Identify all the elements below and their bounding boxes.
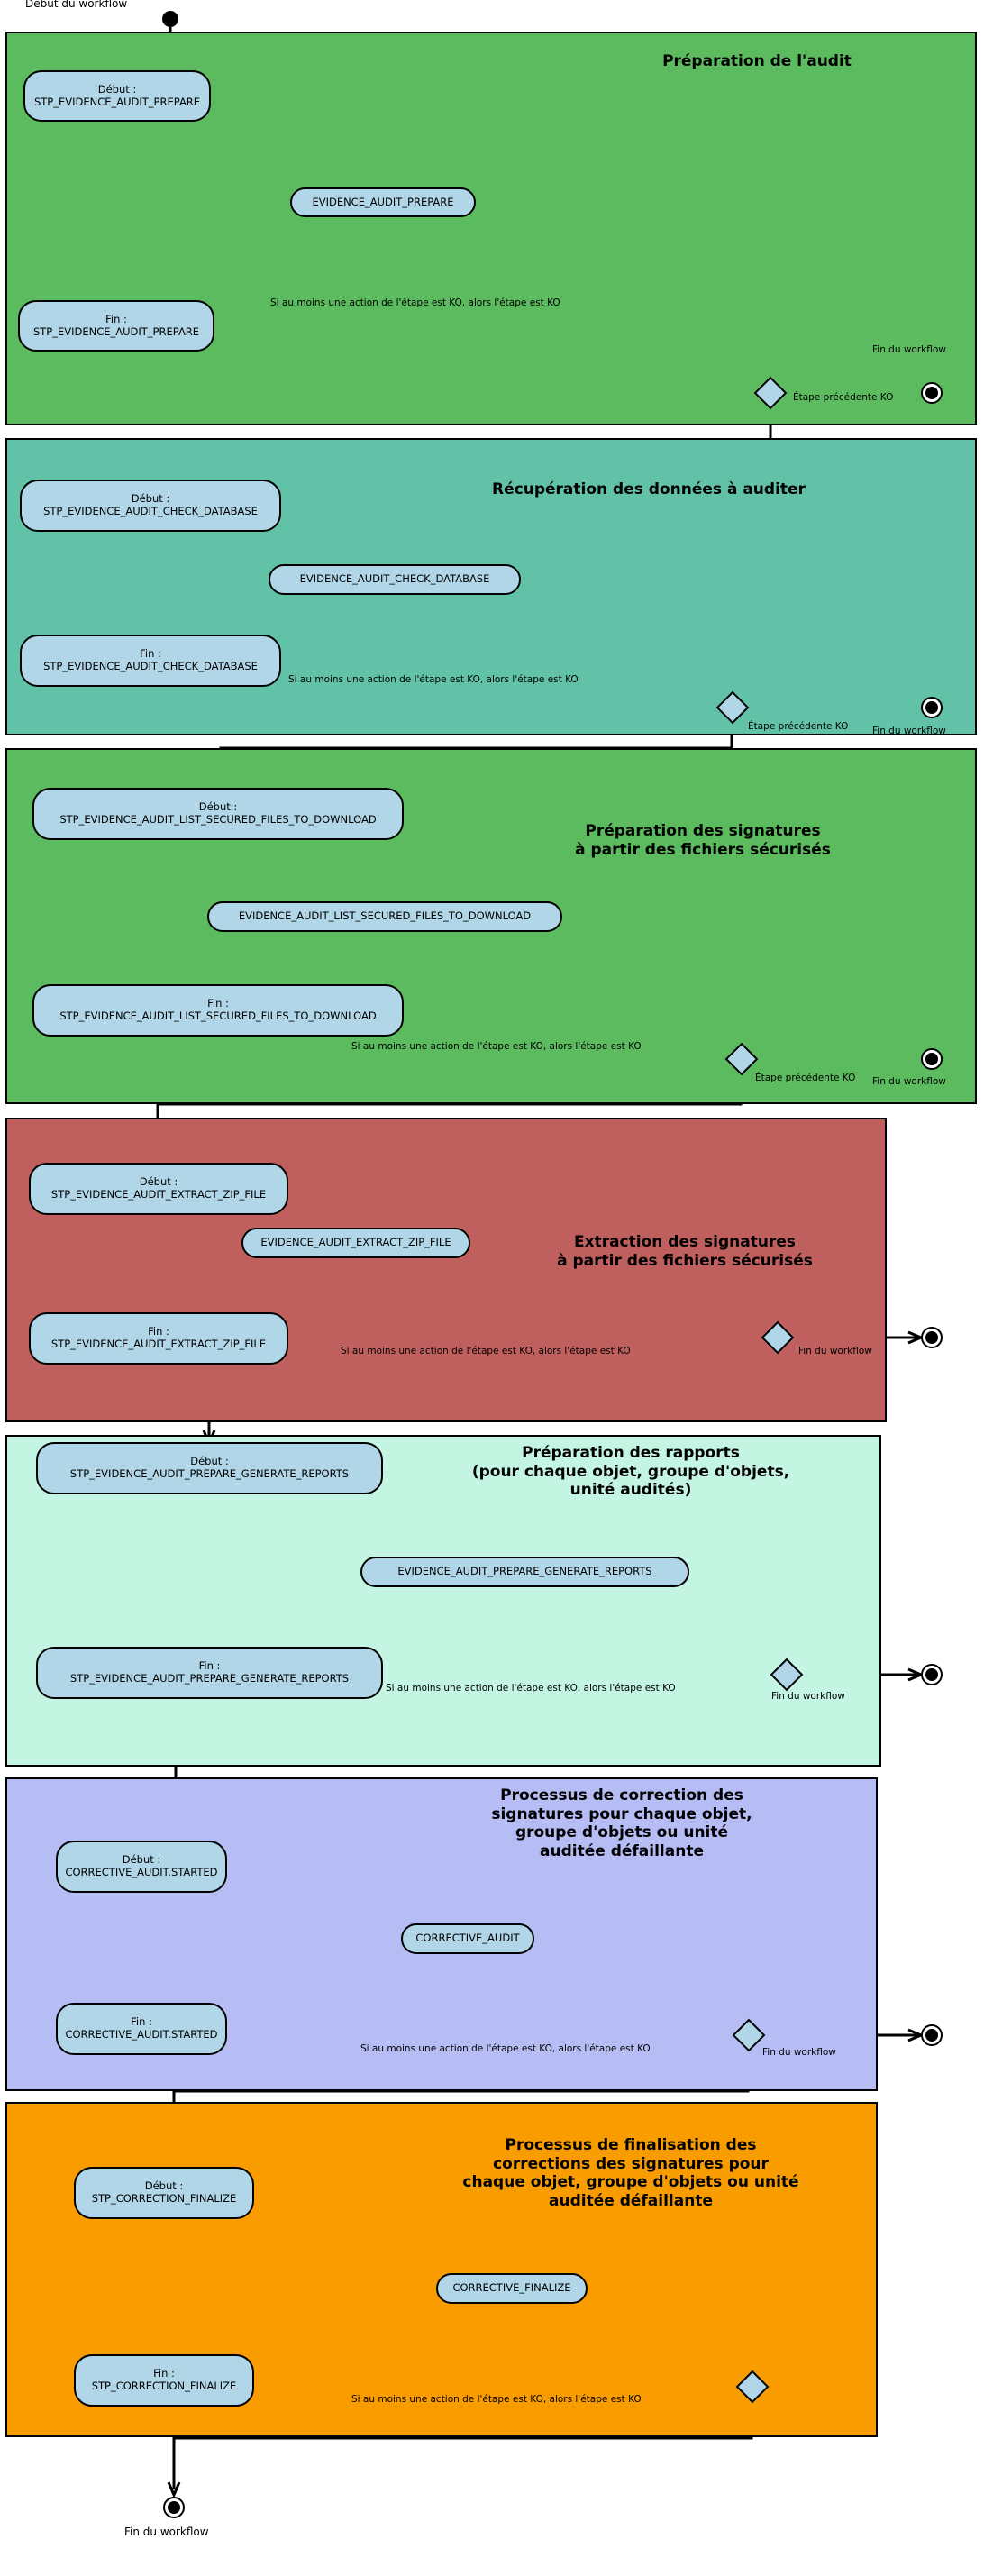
title-line-4: auditée défaillante bbox=[540, 1842, 704, 1861]
node-end-stp-prepare-generate-reports[interactable]: Fin : STP_EVIDENCE_AUDIT_PREPARE_GENERAT… bbox=[36, 1647, 383, 1699]
decision-caption-section-2: Étape précédente KO bbox=[748, 721, 849, 732]
title-line-2: corrections des signatures pour bbox=[493, 2154, 769, 2173]
node-end-stp-correction-finalize[interactable]: Fin : STP_CORRECTION_FINALIZE bbox=[74, 2354, 254, 2407]
title-line-1: Préparation des signatures bbox=[585, 822, 821, 840]
title-line-1: Processus de correction des bbox=[500, 1786, 743, 1804]
node-action-evidence-audit-check-database[interactable]: EVIDENCE_AUDIT_CHECK_DATABASE bbox=[269, 564, 521, 595]
title-line-1: Préparation des rapports bbox=[522, 1444, 740, 1462]
workflow-end-caption-section-3: Fin du workflow bbox=[872, 1076, 946, 1087]
section-title-processus-correction: Processus de correction des signatures p… bbox=[396, 1786, 847, 1861]
node-line-1: Début : bbox=[144, 2179, 184, 2193]
end-node-icon-section-2 bbox=[921, 697, 943, 718]
node-line-1: Fin : bbox=[140, 647, 161, 661]
node-line-2: STP_EVIDENCE_AUDIT_PREPARE bbox=[33, 95, 201, 108]
node-line-2: STP_EVIDENCE_AUDIT_LIST_SECURED_FILES_TO… bbox=[59, 813, 377, 826]
title-line-2: (pour chaque objet, groupe d'objets, bbox=[471, 1462, 790, 1481]
node-end-stp-extract-zip-file[interactable]: Fin : STP_EVIDENCE_AUDIT_EXTRACT_ZIP_FIL… bbox=[29, 1312, 288, 1365]
section-title-processus-finalisation: Processus de finalisation des correction… bbox=[396, 2136, 865, 2211]
node-line-2: STP_EVIDENCE_AUDIT_LIST_SECURED_FILES_TO… bbox=[59, 1009, 377, 1022]
workflow-end-caption-section-1: Fin du workflow bbox=[872, 344, 946, 355]
workflow-end-caption-section-4: Fin du workflow bbox=[798, 1346, 872, 1357]
node-line-2: STP_CORRECTION_FINALIZE bbox=[91, 2380, 237, 2392]
node-line-2: STP_EVIDENCE_AUDIT_CHECK_DATABASE bbox=[43, 660, 258, 672]
end-node-icon-section-1 bbox=[921, 382, 943, 404]
node-line-1: Début : bbox=[97, 82, 137, 96]
node-action-corrective-audit[interactable]: CORRECTIVE_AUDIT bbox=[401, 1923, 534, 1954]
condition-label-section-5: Si au moins une action de l'étape est KO… bbox=[386, 1683, 676, 1694]
end-node-icon-section-6 bbox=[921, 2024, 943, 2046]
node-line-2: STP_EVIDENCE_AUDIT_PREPARE_GENERATE_REPO… bbox=[69, 1672, 350, 1685]
section-title-preparation-signatures: Préparation des signatures à partir des … bbox=[469, 822, 937, 859]
node-line-2: STP_EVIDENCE_AUDIT_CHECK_DATABASE bbox=[43, 505, 258, 517]
node-action-evidence-audit-prepare[interactable]: EVIDENCE_AUDIT_PREPARE bbox=[290, 187, 476, 217]
end-node-icon-section-3 bbox=[921, 1048, 943, 1070]
node-line-2: STP_EVIDENCE_AUDIT_EXTRACT_ZIP_FILE bbox=[50, 1188, 267, 1201]
start-node-icon bbox=[162, 11, 178, 27]
node-line-2: STP_EVIDENCE_AUDIT_PREPARE bbox=[32, 324, 200, 338]
workflow-end-caption-section-2: Fin du workflow bbox=[872, 726, 946, 736]
title-line-2: signatures pour chaque objet, bbox=[491, 1804, 752, 1823]
condition-label-section-1: Si au moins une action de l'étape est KO… bbox=[270, 297, 560, 308]
node-action-evidence-audit-extract-zip-file[interactable]: EVIDENCE_AUDIT_EXTRACT_ZIP_FILE bbox=[241, 1228, 470, 1258]
workflow-end-caption-section-5: Fin du workflow bbox=[771, 1691, 845, 1702]
section-title-recuperation-donnees: Récupération des données à auditer bbox=[492, 480, 806, 498]
end-node-icon-section-5 bbox=[921, 1664, 943, 1685]
node-start-stp-list-secured-files[interactable]: Début : STP_EVIDENCE_AUDIT_LIST_SECURED_… bbox=[32, 788, 404, 840]
node-start-corrective-audit-started[interactable]: Début : CORRECTIVE_AUDIT.STARTED bbox=[56, 1841, 227, 1893]
node-line-2: STP_EVIDENCE_AUDIT_PREPARE_GENERATE_REPO… bbox=[69, 1467, 350, 1480]
condition-label-section-3: Si au moins une action de l'étape est KO… bbox=[351, 1041, 642, 1052]
node-start-stp-extract-zip-file[interactable]: Début : STP_EVIDENCE_AUDIT_EXTRACT_ZIP_F… bbox=[29, 1163, 288, 1215]
title-line-2: à partir des fichiers sécurisés bbox=[575, 840, 831, 859]
node-end-stp-evidence-audit-check-database[interactable]: Fin : STP_EVIDENCE_AUDIT_CHECK_DATABASE bbox=[20, 635, 281, 687]
node-line-1: Fin : bbox=[105, 312, 127, 325]
workflow-start-label: Début du workflow bbox=[25, 0, 128, 10]
decision-caption-section-3: Étape précédente KO bbox=[755, 1073, 856, 1083]
condition-label-section-6: Si au moins une action de l'étape est KO… bbox=[360, 2043, 651, 2054]
node-start-stp-evidence-audit-prepare[interactable]: Début : STP_EVIDENCE_AUDIT_PREPARE bbox=[23, 70, 211, 122]
node-line-1: Fin : bbox=[207, 997, 229, 1010]
node-line-2: STP_EVIDENCE_AUDIT_EXTRACT_ZIP_FILE bbox=[50, 1338, 267, 1350]
section-title-preparation-rapports: Préparation des rapports (pour chaque ob… bbox=[378, 1444, 883, 1500]
title-line-3: chaque objet, groupe d'objets ou unité bbox=[462, 2173, 799, 2192]
end-node-icon-section-4 bbox=[921, 1327, 943, 1348]
node-line-1: Fin : bbox=[148, 1325, 169, 1338]
title-line-4: auditée défaillante bbox=[549, 2192, 713, 2211]
condition-label-section-7: Si au moins une action de l'étape est KO… bbox=[351, 2394, 642, 2405]
node-end-stp-evidence-audit-prepare[interactable]: Fin : STP_EVIDENCE_AUDIT_PREPARE bbox=[18, 300, 214, 352]
workflow-end-caption-section-6: Fin du workflow bbox=[762, 2047, 836, 2058]
final-workflow-end-label: Fin du workflow bbox=[124, 2526, 209, 2538]
node-line-2: STP_CORRECTION_FINALIZE bbox=[91, 2192, 237, 2205]
node-line-2: CORRECTIVE_AUDIT.STARTED bbox=[65, 1866, 218, 1878]
node-start-stp-correction-finalize[interactable]: Début : STP_CORRECTION_FINALIZE bbox=[74, 2167, 254, 2219]
activity-diagram-canvas: Début du workflow Préparation de l'audit… bbox=[0, 0, 984, 2576]
node-line-1: Début : bbox=[139, 1175, 178, 1189]
title-line-3: groupe d'objets ou unité bbox=[515, 1823, 729, 1842]
node-line-2: CORRECTIVE_AUDIT.STARTED bbox=[65, 2028, 218, 2041]
title-line-1: Extraction des signatures bbox=[574, 1233, 796, 1251]
condition-label-section-4: Si au moins une action de l'étape est KO… bbox=[341, 1346, 631, 1357]
title-line-2: à partir des fichiers sécurisés bbox=[557, 1251, 813, 1270]
node-line-1: Début : bbox=[131, 492, 170, 506]
node-start-stp-prepare-generate-reports[interactable]: Début : STP_EVIDENCE_AUDIT_PREPARE_GENER… bbox=[36, 1442, 383, 1494]
section-title-extraction-signatures: Extraction des signatures à partir des f… bbox=[487, 1233, 883, 1270]
node-action-evidence-audit-list-secured-files[interactable]: EVIDENCE_AUDIT_LIST_SECURED_FILES_TO_DOW… bbox=[207, 901, 562, 932]
node-line-1: Fin : bbox=[153, 2367, 175, 2380]
node-end-corrective-audit-started[interactable]: Fin : CORRECTIVE_AUDIT.STARTED bbox=[56, 2003, 227, 2055]
node-line-1: Début : bbox=[198, 800, 238, 814]
node-end-stp-list-secured-files[interactable]: Fin : STP_EVIDENCE_AUDIT_LIST_SECURED_FI… bbox=[32, 984, 404, 1037]
title-line-1: Processus de finalisation des bbox=[505, 2136, 757, 2154]
node-action-corrective-finalize[interactable]: CORRECTIVE_FINALIZE bbox=[436, 2273, 588, 2304]
node-start-stp-evidence-audit-check-database[interactable]: Début : STP_EVIDENCE_AUDIT_CHECK_DATABAS… bbox=[20, 480, 281, 532]
node-line-1: Début : bbox=[190, 1455, 229, 1468]
final-end-node-icon bbox=[163, 2497, 185, 2518]
node-line-1: Début : bbox=[122, 1853, 161, 1867]
condition-label-section-2: Si au moins une action de l'étape est KO… bbox=[288, 674, 579, 685]
section-title-preparation-audit: Préparation de l'audit bbox=[662, 52, 852, 70]
decision-caption-section-1: Étape précédente KO bbox=[793, 392, 894, 403]
node-line-1: Fin : bbox=[131, 2015, 152, 2029]
node-action-evidence-audit-prepare-generate-reports[interactable]: EVIDENCE_AUDIT_PREPARE_GENERATE_REPORTS bbox=[360, 1557, 689, 1587]
node-line-1: Fin : bbox=[198, 1659, 221, 1673]
title-line-3: unité audités) bbox=[569, 1481, 692, 1500]
